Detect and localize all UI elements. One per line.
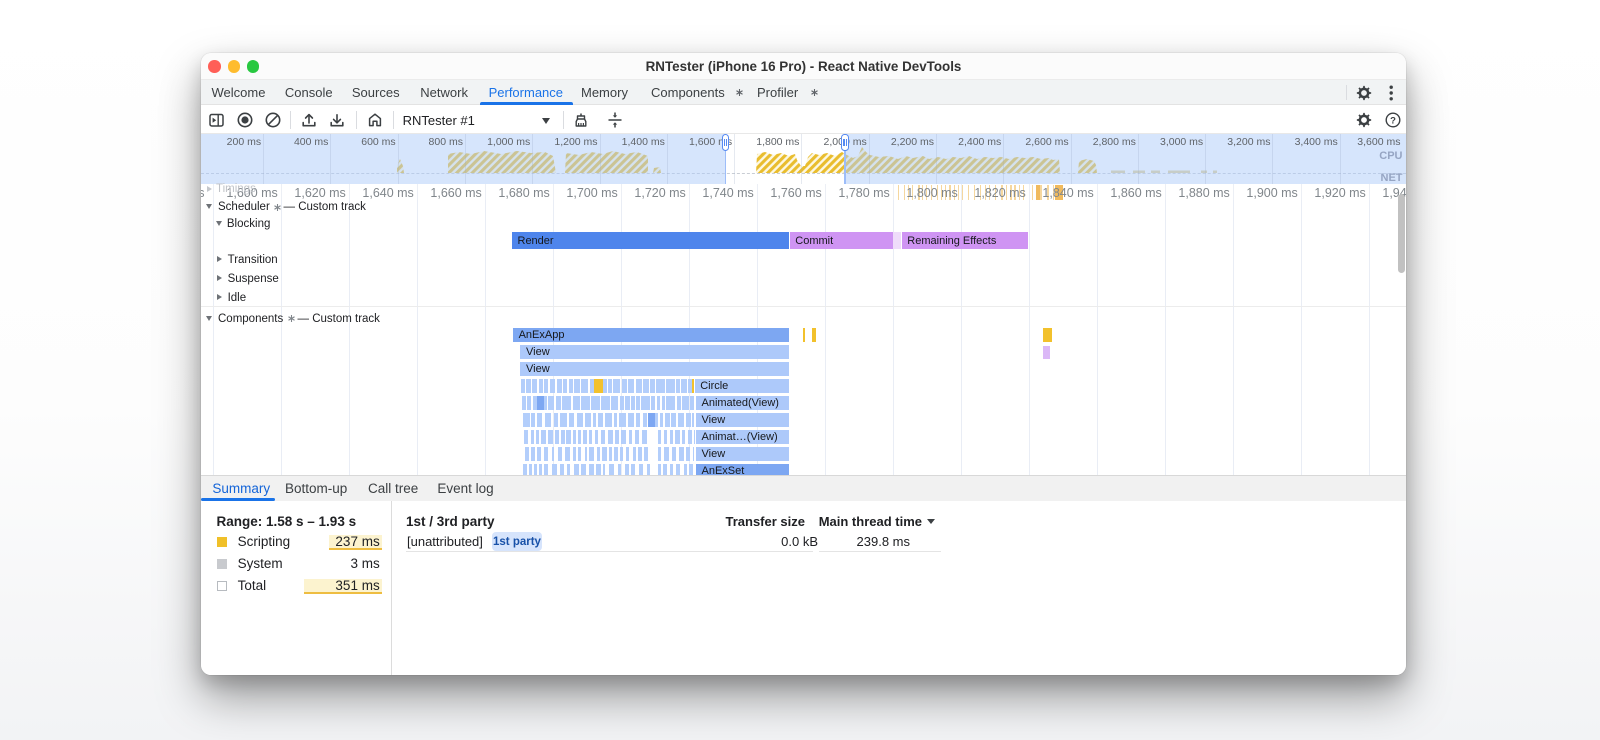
svg-text:?: ? xyxy=(1390,115,1396,126)
